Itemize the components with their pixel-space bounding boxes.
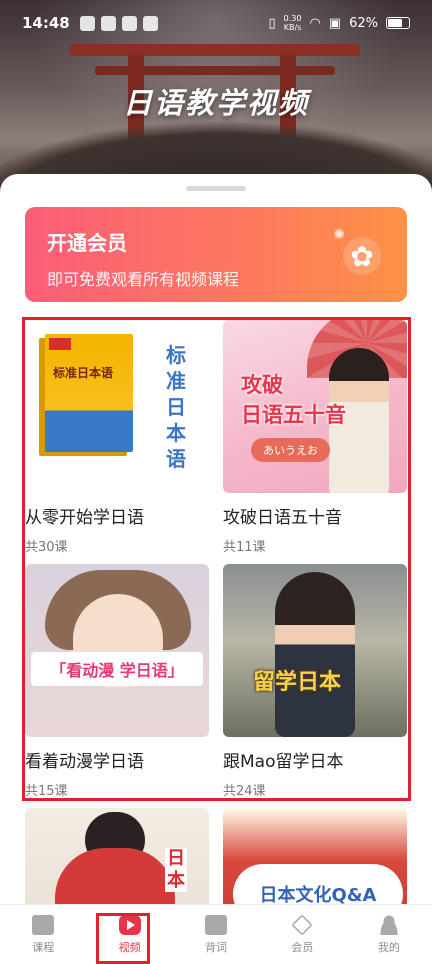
status-time: 14:48 [22, 14, 70, 32]
battery-icon [386, 17, 410, 29]
vip-banner[interactable]: 开通会员 即可免费观看所有视频课程 ✺ ✿ [25, 207, 407, 302]
book-icon [32, 914, 55, 935]
tab-label: 课程 [32, 940, 55, 954]
diamond-icon [291, 913, 314, 936]
wifi-icon: ◠ [309, 15, 321, 31]
tab-label: 我的 [377, 940, 400, 954]
sim-icon: ▣ [328, 15, 342, 31]
notification-icons [79, 15, 158, 31]
tiktok-icon [100, 15, 116, 31]
content-sheet[interactable]: 开通会员 即可免费观看所有视频课程 ✺ ✿ 标准日本语 标准日本语 从零开始学日… [0, 174, 432, 964]
highlight-box [22, 317, 411, 801]
drag-handle[interactable] [186, 186, 246, 191]
tab-profile[interactable]: 我的 [346, 905, 432, 964]
app-notification-icon [79, 15, 95, 31]
page-title: 日语教学视频 [122, 86, 309, 120]
user-icon [377, 914, 400, 935]
tab-membership[interactable]: 会员 [259, 905, 345, 964]
battery-percent: 62% [349, 15, 378, 31]
app-notification-icon [121, 15, 137, 31]
status-bar: 14:48 ▯ 0.30 KB/s ◠ ▣ 62% [0, 0, 432, 46]
net-speed-unit: KB/s [283, 23, 302, 32]
thumbnail-title: 日本 [165, 848, 187, 892]
tab-label: 会员 [291, 940, 314, 954]
status-right: ▯ 0.30 KB/s ◠ ▣ 62% [268, 14, 410, 32]
tab-label: 背词 [205, 940, 228, 954]
header-banner: 14:48 ▯ 0.30 KB/s ◠ ▣ 62% 日语教学视频 [0, 0, 432, 200]
tab-courses[interactable]: 课程 [0, 905, 86, 964]
app-notification-icon [142, 15, 158, 31]
vip-subtitle: 即可免费观看所有视频课程 [47, 270, 240, 289]
active-tab-highlight [96, 913, 150, 964]
bottom-tab-bar: 课程 视频 背词 会员 我的 [0, 904, 432, 964]
tab-words[interactable]: 背词 [173, 905, 259, 964]
net-speed: 0.30 KB/s [284, 14, 302, 32]
flower-icon: ✿ [343, 237, 381, 275]
word-cards-icon [205, 914, 228, 935]
net-speed-value: 0.30 [283, 14, 302, 23]
vibrate-icon: ▯ [268, 15, 276, 31]
sparkle-icon: ✺ [333, 227, 345, 243]
